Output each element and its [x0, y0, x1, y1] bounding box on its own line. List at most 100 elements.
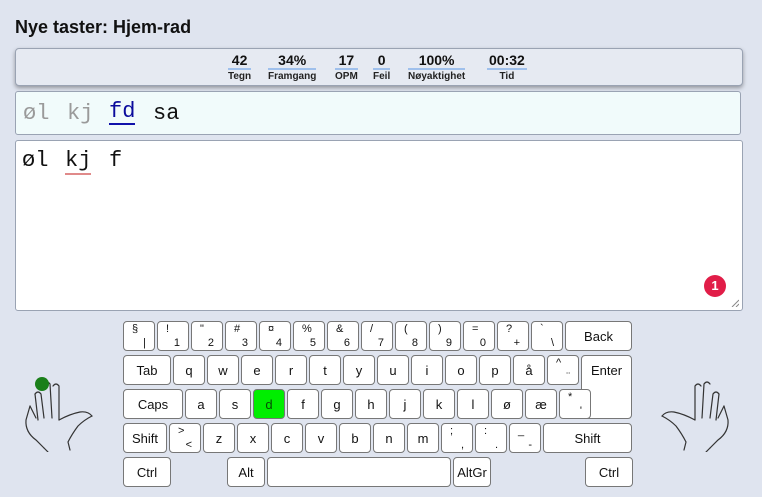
- key-label: z: [215, 431, 223, 446]
- key-9[interactable]: ) 9: [429, 321, 461, 351]
- key-label: b: [351, 431, 359, 446]
- key-n[interactable]: n: [373, 423, 405, 453]
- key-upper-label: %: [302, 323, 312, 335]
- key-label: Enter: [590, 363, 623, 378]
- key-label: k: [435, 397, 443, 412]
- key-upper-label: :: [484, 425, 488, 437]
- key-ctrl-left[interactable]: Ctrl: [123, 457, 171, 487]
- key-label: j: [403, 397, 407, 412]
- key-e[interactable]: e: [241, 355, 273, 385]
- key-\[interactable]: ` \: [531, 321, 563, 351]
- key-label: æ: [535, 397, 547, 412]
- key-i[interactable]: i: [411, 355, 443, 385]
- key-8[interactable]: (8: [395, 321, 427, 351]
- key-7[interactable]: /7: [361, 321, 393, 351]
- key-upper-label: ¤: [268, 323, 275, 335]
- key-upper-label: =: [472, 323, 479, 335]
- key-lower-label: 8: [411, 337, 418, 349]
- key-sym-1[interactable]: :.: [475, 423, 507, 453]
- key-shift-right[interactable]: Shift: [543, 423, 632, 453]
- key-b[interactable]: b: [339, 423, 371, 453]
- key-ø[interactable]: ø: [491, 389, 523, 419]
- key-m[interactable]: m: [407, 423, 439, 453]
- key-lower-label: 9: [445, 337, 452, 349]
- key-label: l: [471, 397, 475, 412]
- key-y[interactable]: y: [343, 355, 375, 385]
- key-|[interactable]: § |: [123, 321, 155, 351]
- key-+[interactable]: ? +: [497, 321, 529, 351]
- key-q[interactable]: q: [173, 355, 205, 385]
- key-upper-label: ^: [556, 357, 562, 369]
- key-label: s: [231, 397, 239, 412]
- key-space[interactable]: [267, 457, 451, 487]
- key-alt[interactable]: Alt: [227, 457, 265, 487]
- key-label: e: [253, 363, 261, 378]
- key-caps[interactable]: Caps: [123, 389, 183, 419]
- key-upper-label: _: [518, 425, 525, 437]
- key-less-than[interactable]: > <: [169, 423, 201, 453]
- key-æ[interactable]: æ: [525, 389, 557, 419]
- key-6[interactable]: & 6: [327, 321, 359, 351]
- key-j[interactable]: j: [389, 389, 421, 419]
- key-f[interactable]: f: [287, 389, 319, 419]
- key-lower-label: -: [528, 439, 532, 451]
- resize-grip-icon[interactable]: [731, 299, 739, 307]
- key-label: Ctrl: [598, 465, 620, 480]
- key-upper-label: #: [234, 323, 241, 335]
- key-altgr[interactable]: AltGr: [453, 457, 491, 487]
- key-label: i: [425, 363, 429, 378]
- key-upper-label: *: [568, 391, 573, 403]
- key-3[interactable]: #3: [225, 321, 257, 351]
- key-k[interactable]: k: [423, 389, 455, 419]
- key-1[interactable]: ! 1: [157, 321, 189, 351]
- key-d[interactable]: d: [253, 389, 285, 419]
- key-2[interactable]: " 2: [191, 321, 223, 351]
- key-apostrophe[interactable]: * ': [559, 389, 591, 419]
- key-0[interactable]: = 0: [463, 321, 495, 351]
- key-label: Ctrl: [136, 465, 158, 480]
- key-x[interactable]: x: [237, 423, 269, 453]
- key-backspace[interactable]: Back: [565, 321, 632, 351]
- key-a[interactable]: a: [185, 389, 217, 419]
- key-upper-label: &: [336, 323, 344, 335]
- key-lower-label: .: [494, 439, 498, 451]
- preview-word-done: øl: [23, 101, 50, 126]
- key-lower-label: \: [550, 337, 554, 349]
- key-sym-2[interactable]: _ -: [509, 423, 541, 453]
- key-label: y: [355, 363, 363, 378]
- key-t[interactable]: t: [309, 355, 341, 385]
- key-caret[interactable]: ^ ¨: [547, 355, 579, 385]
- key-5[interactable]: % 5: [293, 321, 325, 351]
- key-sym-0[interactable]: ;,: [441, 423, 473, 453]
- key-å[interactable]: å: [513, 355, 545, 385]
- left-hand-icon: [25, 377, 93, 452]
- key-4[interactable]: ¤ 4: [259, 321, 291, 351]
- right-hand-icon: [661, 381, 729, 452]
- key-p[interactable]: p: [479, 355, 511, 385]
- key-w[interactable]: w: [207, 355, 239, 385]
- key-g[interactable]: g: [321, 389, 353, 419]
- key-label: m: [417, 431, 429, 446]
- key-c[interactable]: c: [271, 423, 303, 453]
- key-label: ø: [503, 397, 511, 412]
- key-l[interactable]: l: [457, 389, 489, 419]
- key-shift-left[interactable]: Shift: [123, 423, 167, 453]
- key-label: p: [491, 363, 499, 378]
- typing-input[interactable]: øl kj f: [15, 140, 743, 311]
- key-u[interactable]: u: [377, 355, 409, 385]
- stat-time: 00:32 Tid: [487, 52, 527, 82]
- key-s[interactable]: s: [219, 389, 251, 419]
- key-r[interactable]: r: [275, 355, 307, 385]
- key-v[interactable]: v: [305, 423, 337, 453]
- key-label: t: [323, 363, 327, 378]
- error-count-badge: 1: [704, 275, 726, 297]
- key-upper-label: §: [132, 323, 139, 335]
- key-tab[interactable]: Tab: [123, 355, 171, 385]
- key-lower-label: 0: [479, 337, 486, 349]
- key-z[interactable]: z: [203, 423, 235, 453]
- key-ctrl-right[interactable]: Ctrl: [585, 457, 633, 487]
- key-label: Shift: [574, 431, 601, 446]
- key-o[interactable]: o: [445, 355, 477, 385]
- key-h[interactable]: h: [355, 389, 387, 419]
- left-finger-indicator: [35, 377, 49, 391]
